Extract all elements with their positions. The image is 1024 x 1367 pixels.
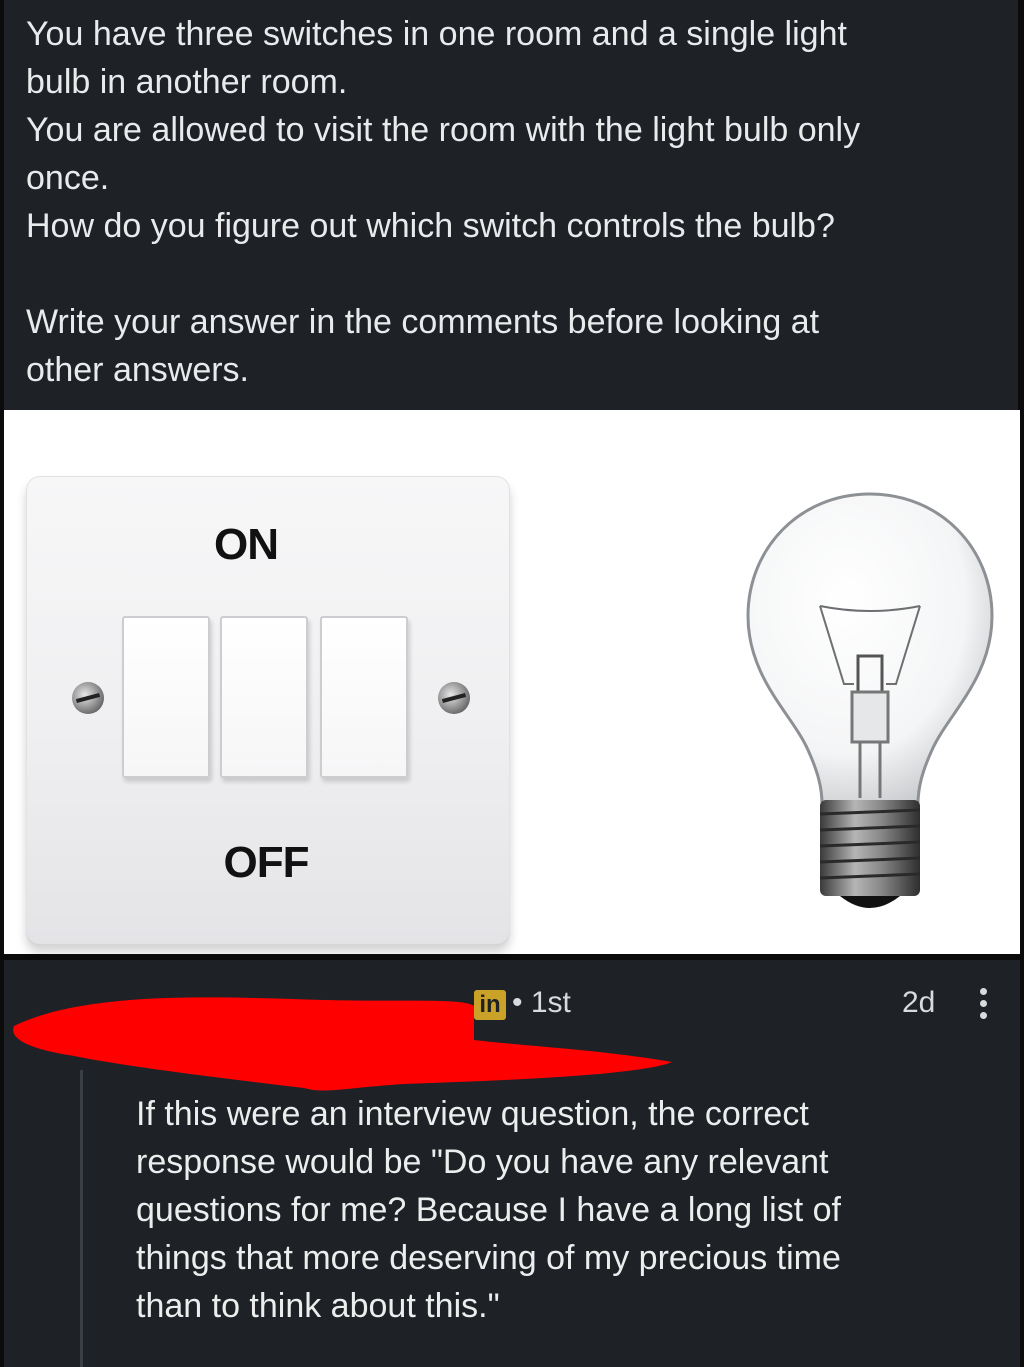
thread-line <box>80 1070 83 1367</box>
post-text-line: How do you figure out which switch contr… <box>26 207 835 245</box>
comment-line: If this were an interview question, the … <box>136 1095 809 1133</box>
screw-icon <box>72 682 104 714</box>
light-switch-plate: ON OFF <box>26 476 510 944</box>
redaction-scribble <box>13 997 672 1091</box>
switch-rocker-3 <box>320 616 408 778</box>
light-bulb-icon <box>746 492 994 908</box>
comment-timestamp: 2d <box>902 986 936 1019</box>
comment-line: things that more deserving of my preciou… <box>136 1239 841 1277</box>
post-text-line: bulb in another room. <box>26 63 348 101</box>
switch-rocker-1 <box>122 616 210 778</box>
connection-degree: • 1st <box>512 986 571 1019</box>
switch-on-label: ON <box>214 520 279 569</box>
more-vertical-icon[interactable] <box>974 988 992 1022</box>
post-text: You have three switches in one room and … <box>4 0 1018 410</box>
post-text-line: other answers. <box>26 351 249 389</box>
comment-line: questions for me? Because I have a long … <box>136 1191 841 1229</box>
switch-rocker-2 <box>220 616 308 778</box>
post-text-line: You have three switches in one room and … <box>26 15 847 53</box>
post-text-line: You are allowed to visit the room with t… <box>26 111 861 149</box>
linkedin-badge: in <box>474 990 506 1020</box>
screw-icon <box>438 682 470 714</box>
comment-line: response would be "Do you have any relev… <box>136 1143 829 1181</box>
switch-off-label: OFF <box>223 838 310 887</box>
post-image[interactable]: ON OFF <box>4 410 1020 954</box>
post-text-line: once. <box>26 159 110 197</box>
comment-line: than to think about this." <box>136 1287 500 1325</box>
comment-body: If this were an interview question, the … <box>136 1090 976 1330</box>
comment: in • 1st 2d If this were an interview qu… <box>4 960 1020 1367</box>
post-text-line: Write your answer in the comments before… <box>26 303 820 341</box>
